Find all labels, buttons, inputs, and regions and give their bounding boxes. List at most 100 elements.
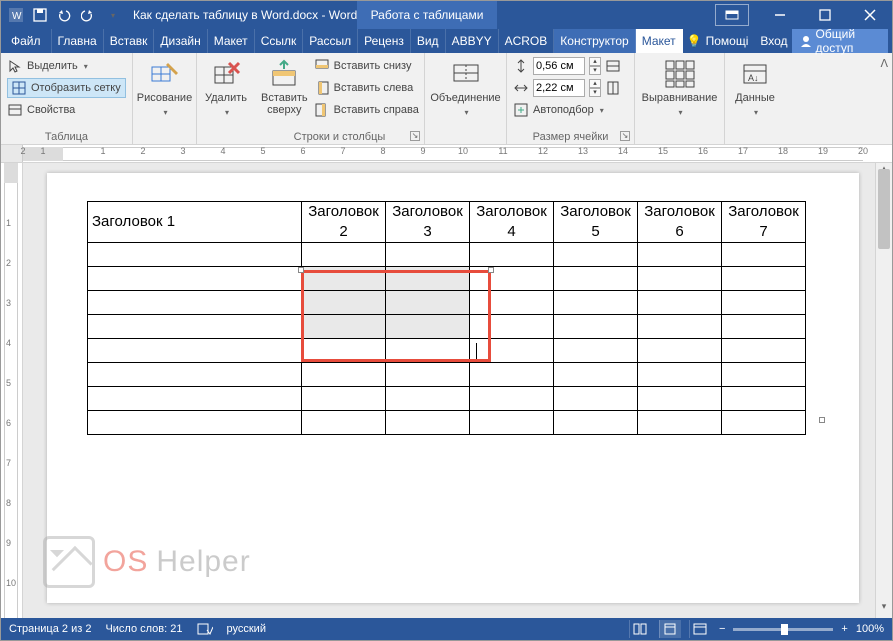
qat-customize-icon[interactable] bbox=[103, 6, 121, 24]
table-cell[interactable] bbox=[386, 291, 470, 315]
document-table[interactable]: Заголовок 1Заголовок2Заголовок3 Заголовок… bbox=[87, 201, 806, 435]
spin-up-icon[interactable]: ▴ bbox=[589, 57, 601, 66]
tab-view[interactable]: Вид bbox=[411, 29, 446, 53]
spin-down-icon[interactable]: ▾ bbox=[589, 88, 601, 97]
table-cell[interactable] bbox=[302, 267, 386, 291]
table-cell[interactable] bbox=[88, 267, 302, 291]
table-header-cell[interactable]: Заголовок7 bbox=[722, 202, 806, 243]
table-header-cell[interactable]: Заголовок3 bbox=[386, 202, 470, 243]
resize-handle-icon[interactable] bbox=[298, 267, 304, 273]
table-cell[interactable] bbox=[302, 243, 386, 267]
dialog-launcher-icon[interactable]: ↘ bbox=[410, 131, 420, 141]
status-words[interactable]: Число слов: 21 bbox=[105, 623, 182, 635]
tab-insert[interactable]: Вставк bbox=[104, 29, 155, 53]
table-cell[interactable] bbox=[722, 291, 806, 315]
insert-right-button[interactable]: Вставить справа bbox=[314, 100, 419, 120]
collapse-ribbon-icon[interactable]: ᐱ bbox=[876, 53, 892, 144]
tab-table-design[interactable]: Конструктор bbox=[554, 29, 635, 53]
distribute-cols-icon[interactable] bbox=[605, 80, 621, 96]
zoom-in-icon[interactable]: + bbox=[841, 623, 847, 635]
tellme-icon[interactable]: 💡 bbox=[687, 34, 702, 48]
table-cell[interactable] bbox=[722, 387, 806, 411]
table-cell[interactable] bbox=[88, 315, 302, 339]
table-header-cell[interactable]: Заголовок2 bbox=[302, 202, 386, 243]
spin-down-icon[interactable]: ▾ bbox=[589, 66, 601, 75]
table-cell[interactable] bbox=[722, 267, 806, 291]
table-cell[interactable] bbox=[638, 339, 722, 363]
ruler-horizontal[interactable]: 211234567891011121314151617181920 bbox=[1, 145, 892, 163]
zoom-out-icon[interactable]: − bbox=[719, 623, 725, 635]
tab-table-layout[interactable]: Макет bbox=[636, 29, 683, 53]
signin-label[interactable]: Вход bbox=[760, 34, 787, 48]
table-cell[interactable] bbox=[470, 363, 554, 387]
spellcheck-icon[interactable] bbox=[197, 622, 213, 636]
scroll-down-icon[interactable]: ▾ bbox=[876, 601, 892, 618]
table-header-cell[interactable]: Заголовок5 bbox=[554, 202, 638, 243]
tab-design[interactable]: Дизайн bbox=[154, 29, 207, 53]
table-cell[interactable] bbox=[638, 411, 722, 435]
table-cell[interactable] bbox=[302, 339, 386, 363]
table-cell[interactable] bbox=[88, 339, 302, 363]
tab-file[interactable]: Файл bbox=[1, 29, 52, 53]
spin-up-icon[interactable]: ▴ bbox=[589, 79, 601, 88]
table-cell[interactable] bbox=[554, 411, 638, 435]
resize-handle-icon[interactable] bbox=[488, 267, 494, 273]
view-web-icon[interactable] bbox=[689, 620, 711, 638]
table-cell[interactable] bbox=[554, 387, 638, 411]
table-cell[interactable] bbox=[722, 411, 806, 435]
table-cell[interactable] bbox=[386, 267, 470, 291]
table-header-cell[interactable]: Заголовок6 bbox=[638, 202, 722, 243]
table-cell[interactable] bbox=[470, 339, 554, 363]
dialog-launcher-icon[interactable]: ↘ bbox=[620, 131, 630, 141]
table-cell[interactable] bbox=[88, 291, 302, 315]
merge-button[interactable]: Объединение bbox=[439, 56, 493, 119]
table-cell[interactable] bbox=[554, 339, 638, 363]
table-cell[interactable] bbox=[302, 315, 386, 339]
ribbon-display-options-icon[interactable] bbox=[715, 4, 749, 26]
table-cell[interactable] bbox=[554, 315, 638, 339]
alignment-button[interactable]: Выравнивание bbox=[653, 56, 707, 119]
insert-below-button[interactable]: Вставить снизу bbox=[314, 56, 419, 76]
table-cell[interactable] bbox=[302, 387, 386, 411]
table-cell[interactable] bbox=[88, 243, 302, 267]
table-cell[interactable] bbox=[470, 315, 554, 339]
table-cell[interactable] bbox=[88, 363, 302, 387]
select-button[interactable]: Выделить bbox=[7, 56, 126, 76]
status-language[interactable]: русский bbox=[227, 623, 266, 635]
data-button[interactable]: A↓ Данные bbox=[731, 56, 779, 119]
view-read-icon[interactable] bbox=[629, 620, 651, 638]
tab-acrobat[interactable]: ACROB bbox=[499, 29, 555, 53]
undo-icon[interactable] bbox=[55, 6, 73, 24]
status-page[interactable]: Страница 2 из 2 bbox=[9, 623, 91, 635]
tab-abbyy[interactable]: ABBYY bbox=[446, 29, 499, 53]
table-cell[interactable] bbox=[722, 339, 806, 363]
table-cell[interactable] bbox=[470, 387, 554, 411]
table-cell[interactable] bbox=[386, 339, 470, 363]
distribute-rows-icon[interactable] bbox=[605, 58, 621, 74]
table-header-cell[interactable]: Заголовок 1 bbox=[88, 202, 302, 243]
tab-mailings[interactable]: Рассыл bbox=[303, 29, 358, 53]
table-cell[interactable] bbox=[638, 387, 722, 411]
tellme-label[interactable]: Помощі bbox=[706, 34, 749, 48]
properties-button[interactable]: Свойства bbox=[7, 100, 126, 120]
table-cell[interactable] bbox=[470, 411, 554, 435]
table-resize-handle-icon[interactable] bbox=[819, 417, 825, 423]
table-cell[interactable] bbox=[88, 411, 302, 435]
tab-home[interactable]: Главна bbox=[52, 29, 104, 53]
table-cell[interactable] bbox=[302, 363, 386, 387]
insert-above-button[interactable]: Вставить сверху bbox=[261, 56, 308, 116]
scrollbar-vertical[interactable]: ▴ ▾ bbox=[875, 163, 892, 618]
tab-references[interactable]: Ссылк bbox=[255, 29, 304, 53]
draw-button[interactable]: Рисование bbox=[138, 56, 192, 119]
table-cell[interactable] bbox=[470, 243, 554, 267]
maximize-button[interactable] bbox=[802, 1, 847, 29]
table-cell[interactable] bbox=[302, 291, 386, 315]
col-width-input[interactable] bbox=[533, 79, 585, 97]
redo-icon[interactable] bbox=[79, 6, 97, 24]
table-cell[interactable] bbox=[554, 363, 638, 387]
zoom-level[interactable]: 100% bbox=[856, 623, 884, 635]
delete-button[interactable]: Удалить bbox=[203, 56, 249, 119]
scrollbar-thumb[interactable] bbox=[878, 169, 890, 249]
ruler-vertical[interactable]: 12345678910 bbox=[1, 163, 23, 618]
table-cell[interactable] bbox=[722, 315, 806, 339]
